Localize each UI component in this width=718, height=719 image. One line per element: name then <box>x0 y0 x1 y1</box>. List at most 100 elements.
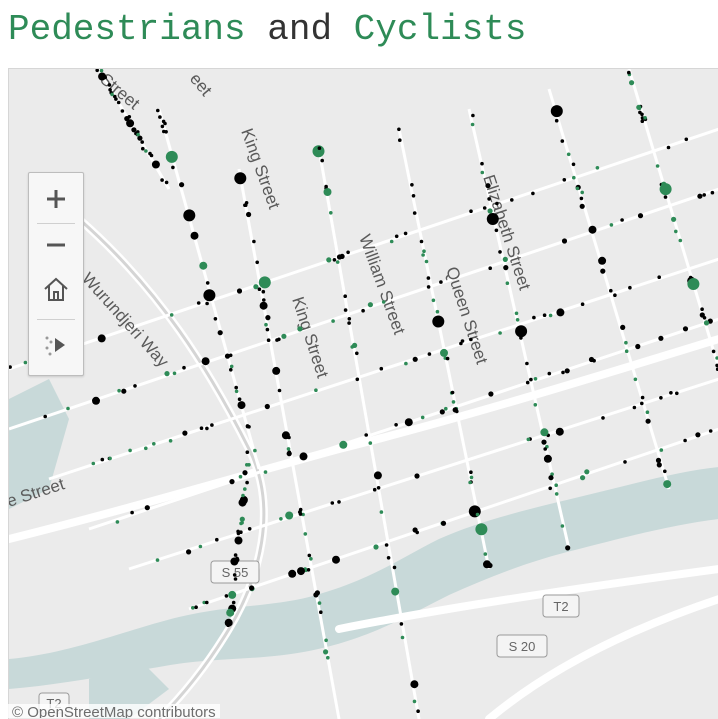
cyclist-incident-dot[interactable] <box>526 437 531 442</box>
pedestrian-incident-dot[interactable] <box>376 486 381 490</box>
pedestrian-incident-dot[interactable] <box>379 366 384 371</box>
cyclist-incident-dot[interactable] <box>117 388 121 393</box>
pedestrian-incident-dot[interactable] <box>439 280 443 284</box>
cyclist-incident-dot[interactable] <box>169 313 174 317</box>
cyclist-incident-dot[interactable] <box>247 463 251 467</box>
pedestrian-incident-dot[interactable] <box>347 317 352 321</box>
pedestrian-incident-dot[interactable] <box>548 475 554 481</box>
cyclist-incident-dot[interactable] <box>505 281 510 285</box>
pedestrian-incident-dot[interactable] <box>229 368 233 372</box>
pedestrian-incident-dot[interactable] <box>346 250 350 255</box>
pedestrian-incident-dot[interactable] <box>205 600 209 605</box>
pedestrian-incident-dot[interactable] <box>683 438 687 443</box>
home-button[interactable] <box>29 267 83 311</box>
pedestrian-incident-dot[interactable] <box>487 562 493 569</box>
pedestrian-incident-dot[interactable] <box>95 69 99 73</box>
pedestrian-incident-dot[interactable] <box>224 594 229 598</box>
cyclist-incident-dot[interactable] <box>629 80 635 86</box>
pedestrian-incident-dot[interactable] <box>120 109 125 113</box>
cyclist-incident-dot[interactable] <box>264 322 268 327</box>
pedestrian-incident-dot[interactable] <box>404 418 413 427</box>
cyclist-incident-dot[interactable] <box>451 400 456 404</box>
cyclist-incident-dot[interactable] <box>128 448 132 453</box>
pedestrian-incident-dot[interactable] <box>234 385 238 390</box>
pedestrian-incident-dot[interactable] <box>373 471 382 480</box>
pedestrian-incident-dot[interactable] <box>702 193 706 197</box>
pedestrian-incident-dot[interactable] <box>243 471 247 476</box>
pedestrian-incident-dot[interactable] <box>233 553 238 557</box>
zoom-in-button[interactable] <box>29 177 83 221</box>
pedestrian-incident-dot[interactable] <box>700 307 704 311</box>
cyclist-incident-dot[interactable] <box>470 122 475 127</box>
cyclist-incident-dot[interactable] <box>279 517 283 521</box>
cyclist-incident-dot[interactable] <box>108 456 112 461</box>
pedestrian-incident-dot[interactable] <box>186 549 192 555</box>
pedestrian-incident-dot[interactable] <box>702 316 707 320</box>
pedestrian-incident-dot[interactable] <box>355 377 360 382</box>
pedestrian-incident-dot[interactable] <box>480 161 484 166</box>
cyclist-incident-dot[interactable] <box>661 181 667 187</box>
pedestrian-incident-dot[interactable] <box>663 195 668 199</box>
pedestrian-incident-dot[interactable] <box>580 302 585 306</box>
pan-toggle-button[interactable] <box>29 323 83 367</box>
cyclist-incident-dot[interactable] <box>165 150 178 163</box>
pedestrian-incident-dot[interactable] <box>108 88 112 92</box>
pedestrian-incident-dot[interactable] <box>469 470 473 475</box>
pedestrian-incident-dot[interactable] <box>158 115 162 119</box>
pedestrian-incident-dot[interactable] <box>199 426 204 431</box>
pedestrian-incident-dot[interactable] <box>213 317 218 321</box>
cyclist-incident-dot[interactable] <box>671 216 677 222</box>
pedestrian-incident-dot[interactable] <box>103 75 107 80</box>
pedestrian-incident-dot[interactable] <box>171 165 175 170</box>
pedestrian-incident-dot[interactable] <box>286 451 292 457</box>
pedestrian-incident-dot[interactable] <box>488 391 494 397</box>
cyclist-incident-dot[interactable] <box>199 261 208 270</box>
pedestrian-incident-dot[interactable] <box>655 457 662 463</box>
pedestrian-incident-dot[interactable] <box>297 567 305 576</box>
pedestrian-incident-dot[interactable] <box>469 337 473 342</box>
cyclist-incident-dot[interactable] <box>66 406 70 411</box>
pedestrian-incident-dot[interactable] <box>227 621 232 626</box>
pedestrian-incident-dot[interactable] <box>560 139 565 143</box>
pedestrian-incident-dot[interactable] <box>343 308 348 312</box>
pedestrian-incident-dot[interactable] <box>663 469 667 474</box>
pedestrian-incident-dot[interactable] <box>450 390 455 395</box>
pedestrian-incident-dot[interactable] <box>399 622 404 626</box>
pedestrian-incident-dot[interactable] <box>571 162 576 167</box>
pedestrian-incident-dot[interactable] <box>564 368 570 374</box>
pedestrian-incident-dot[interactable] <box>432 315 445 328</box>
pedestrian-incident-dot[interactable] <box>592 358 596 363</box>
cyclist-incident-dot[interactable] <box>404 361 408 366</box>
cyclist-incident-dot[interactable] <box>502 256 508 262</box>
pedestrian-incident-dot[interactable] <box>161 119 166 124</box>
pedestrian-incident-dot[interactable] <box>203 289 216 302</box>
pedestrian-incident-dot[interactable] <box>547 371 552 376</box>
pedestrian-incident-dot[interactable] <box>525 380 530 385</box>
cyclist-incident-dot[interactable] <box>412 699 417 704</box>
pedestrian-incident-dot[interactable] <box>562 178 567 182</box>
pedestrian-incident-dot[interactable] <box>239 501 244 506</box>
pedestrian-incident-dot[interactable] <box>541 439 547 445</box>
cyclist-incident-dot[interactable] <box>323 649 329 655</box>
cyclist-incident-dot[interactable] <box>23 360 28 365</box>
pedestrian-incident-dot[interactable] <box>277 337 281 342</box>
pedestrian-incident-dot[interactable] <box>468 505 481 518</box>
cyclist-incident-dot[interactable] <box>309 557 313 561</box>
cyclist-incident-dot[interactable] <box>391 587 400 596</box>
pedestrian-incident-dot[interactable] <box>252 239 256 244</box>
pedestrian-incident-dot[interactable] <box>262 298 266 302</box>
pedestrian-incident-dot[interactable] <box>598 256 607 265</box>
pedestrian-incident-dot[interactable] <box>525 361 529 366</box>
cyclist-incident-dot[interactable] <box>540 428 549 437</box>
cyclist-incident-dot[interactable] <box>514 311 519 316</box>
pedestrian-incident-dot[interactable] <box>452 407 458 413</box>
pedestrian-incident-dot[interactable] <box>645 418 651 424</box>
cyclist-incident-dot[interactable] <box>324 638 328 643</box>
cyclist-incident-dot[interactable] <box>572 175 576 180</box>
pedestrian-incident-dot[interactable] <box>246 211 252 218</box>
pedestrian-incident-dot[interactable] <box>384 543 389 547</box>
pedestrian-incident-dot[interactable] <box>205 281 210 285</box>
pedestrian-incident-dot[interactable] <box>234 536 243 545</box>
cyclist-incident-dot[interactable] <box>645 410 650 415</box>
pedestrian-incident-dot[interactable] <box>265 327 270 332</box>
